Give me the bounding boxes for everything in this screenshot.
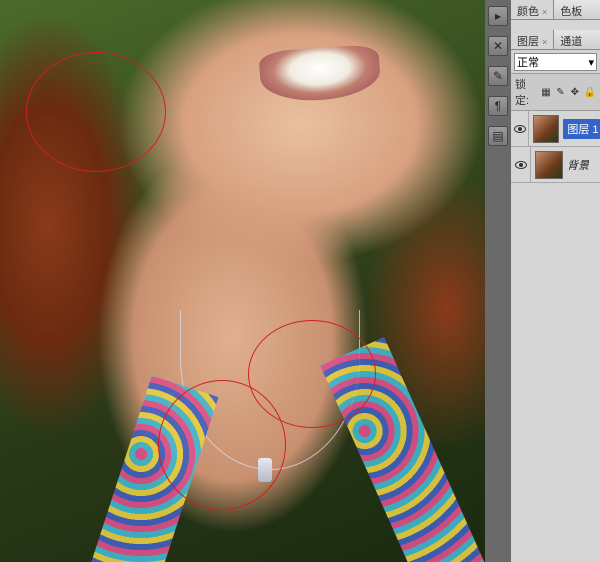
color-panel-tabs: 颜色× 色板 xyxy=(511,0,600,20)
close-icon[interactable]: × xyxy=(542,7,547,17)
layer-row[interactable]: 图层 1 xyxy=(511,111,600,147)
tab-label: 颜色 xyxy=(517,6,539,18)
close-icon[interactable]: × xyxy=(542,37,547,47)
layers-panel-tabs: 图层× 通道 xyxy=(511,30,600,50)
layers-header: 正常 ▾ xyxy=(511,50,600,74)
color-panel-body xyxy=(511,20,600,30)
note-icon[interactable]: ▤ xyxy=(488,126,508,146)
tab-channels[interactable]: 通道 xyxy=(554,30,588,49)
paragraph-icon[interactable]: ¶ xyxy=(488,96,508,116)
collapse-icon[interactable]: ▸ xyxy=(488,6,508,26)
annotation-ellipse xyxy=(158,380,286,510)
lock-label: 锁定: xyxy=(515,76,537,108)
blend-mode-select[interactable]: 正常 ▾ xyxy=(514,53,597,71)
panel-dock: ▸ ✕ ✎ ¶ ▤ xyxy=(485,0,511,562)
tab-label: 通道 xyxy=(560,36,582,48)
layer-name[interactable]: 图层 1 xyxy=(563,119,600,139)
panel-stack: 颜色× 色板 图层× 通道 正常 ▾ 锁定: ▦ ✎ ✥ xyxy=(511,0,600,562)
lock-position-icon[interactable]: ✥ xyxy=(570,86,580,98)
lock-row: 锁定: ▦ ✎ ✥ 🔒 xyxy=(511,74,600,111)
panels-sidebar: ▸ ✕ ✎ ¶ ▤ 颜色× 色板 图层× 通道 正常 ▾ xyxy=(485,0,600,562)
lock-all-icon[interactable]: 🔒 xyxy=(584,86,596,98)
tab-swatches[interactable]: 色板 xyxy=(554,0,588,19)
document-canvas[interactable] xyxy=(0,0,485,562)
visibility-toggle[interactable] xyxy=(511,147,531,182)
eye-icon xyxy=(515,161,527,169)
tab-label: 图层 xyxy=(517,36,539,48)
layer-list: 图层 1 背景 xyxy=(511,111,600,562)
layer-thumbnail[interactable] xyxy=(535,151,563,179)
tools-icon[interactable]: ✕ xyxy=(488,36,508,56)
layer-row[interactable]: 背景 xyxy=(511,147,600,183)
tab-layers[interactable]: 图层× xyxy=(511,30,554,49)
annotation-ellipse xyxy=(26,52,166,172)
chevron-down-icon: ▾ xyxy=(588,56,594,69)
layer-thumbnail[interactable] xyxy=(533,115,559,143)
layer-name[interactable]: 背景 xyxy=(567,157,589,173)
brush-icon[interactable]: ✎ xyxy=(488,66,508,86)
lock-transparency-icon[interactable]: ▦ xyxy=(541,86,551,98)
lock-pixels-icon[interactable]: ✎ xyxy=(555,86,565,98)
eye-icon xyxy=(514,125,526,133)
tab-label: 色板 xyxy=(560,6,582,18)
tab-color[interactable]: 颜色× xyxy=(511,0,554,19)
visibility-toggle[interactable] xyxy=(511,111,529,146)
blend-mode-value: 正常 xyxy=(517,54,539,70)
